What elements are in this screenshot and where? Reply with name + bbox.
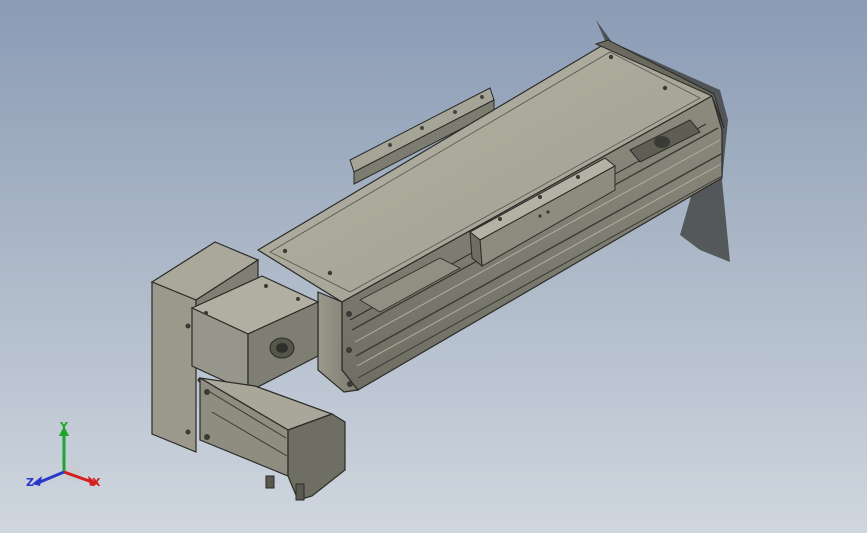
z-axis-label: Z (26, 476, 34, 489)
linear-actuator-model[interactable] (0, 0, 867, 533)
servo-motor[interactable] (199, 376, 346, 501)
z-axis-line (39, 470, 65, 484)
x-axis-label: X (92, 476, 101, 489)
axis-triad: Y X Z (26, 420, 101, 489)
cad-viewport[interactable]: Y X Z (0, 0, 867, 533)
y-axis-label: Y (59, 420, 69, 433)
